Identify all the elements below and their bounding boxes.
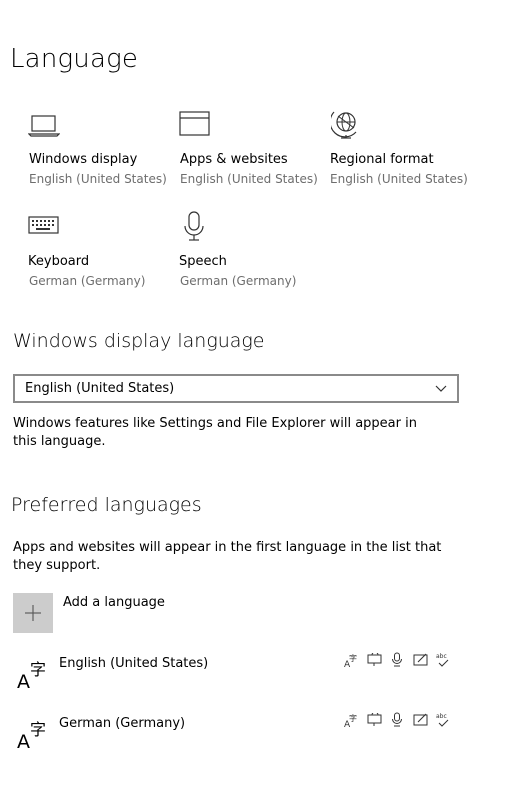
tile-title: Apps & websites [180, 152, 288, 167]
svg-text:字: 字 [349, 653, 357, 663]
language-name: English (United States) [59, 656, 209, 671]
browser-window-icon [179, 111, 210, 136]
preferred-languages-description: Apps and websites will appear in the fir… [13, 540, 442, 573]
speech-recognition-icon [392, 712, 402, 727]
handwriting-icon [413, 653, 428, 666]
svg-text:A: A [17, 731, 30, 750]
tile-title: Windows display [29, 152, 138, 167]
language-item-english[interactable]: A 字 English (United States) A 字 abc [13, 652, 463, 694]
tile-apps-websites[interactable]: Apps & websites English (United States) [177, 108, 318, 192]
tile-regional-format[interactable]: Regional format English (United States) [327, 108, 477, 192]
tile-subtitle: English (United States) [180, 172, 318, 186]
language-pack-icon: A 字 [344, 653, 357, 668]
language-glyph-icon: A 字 [17, 720, 46, 750]
tile-title: Regional format [330, 152, 434, 167]
text-to-speech-icon [367, 713, 382, 726]
svg-text:字: 字 [30, 660, 46, 679]
speech-recognition-icon [392, 652, 402, 667]
tile-title: Speech [179, 254, 227, 269]
tile-keyboard[interactable]: Keyboard German (Germany) [26, 210, 166, 294]
laptop-icon [28, 115, 60, 137]
handwriting-icon [413, 713, 428, 726]
page-title: Language [10, 44, 139, 74]
globe-icon [331, 111, 357, 139]
language-item-german[interactable]: A 字 German (Germany) A 字 abc [13, 712, 463, 754]
spellcheck-icon: abc [436, 653, 449, 667]
tile-subtitle: English (United States) [29, 172, 167, 186]
display-language-heading: Windows display language [13, 330, 265, 352]
tile-title: Keyboard [28, 254, 90, 269]
dropdown-selected-value: English (United States) [25, 381, 175, 396]
svg-text:字: 字 [30, 720, 46, 739]
tile-speech[interactable]: Speech German (Germany) [177, 210, 317, 294]
add-language-label[interactable]: Add a language [63, 595, 165, 610]
preferred-languages-heading: Preferred languages [11, 494, 202, 516]
tile-subtitle: German (Germany) [180, 274, 297, 288]
svg-text:字: 字 [349, 713, 357, 723]
keyboard-icon [28, 216, 59, 234]
language-pack-icon: A 字 [344, 713, 357, 728]
language-glyph-icon: A 字 [17, 660, 46, 690]
plus-icon [25, 605, 41, 621]
display-language-dropdown[interactable]: English (United States) [13, 374, 459, 403]
add-language-button[interactable] [13, 593, 53, 633]
display-language-description: Windows features like Settings and File … [13, 416, 417, 449]
tile-subtitle: German (Germany) [29, 274, 146, 288]
text-to-speech-icon [367, 653, 382, 666]
spellcheck-icon: abc [436, 713, 449, 727]
tile-subtitle: English (United States) [330, 172, 468, 186]
svg-text:abc: abc [436, 653, 447, 660]
microphone-icon [184, 211, 204, 241]
svg-text:abc: abc [436, 713, 447, 720]
chevron-down-icon [435, 385, 447, 392]
tile-windows-display[interactable]: Windows display English (United States) [26, 108, 167, 192]
language-name: German (Germany) [59, 716, 186, 731]
svg-text:A: A [17, 671, 30, 690]
